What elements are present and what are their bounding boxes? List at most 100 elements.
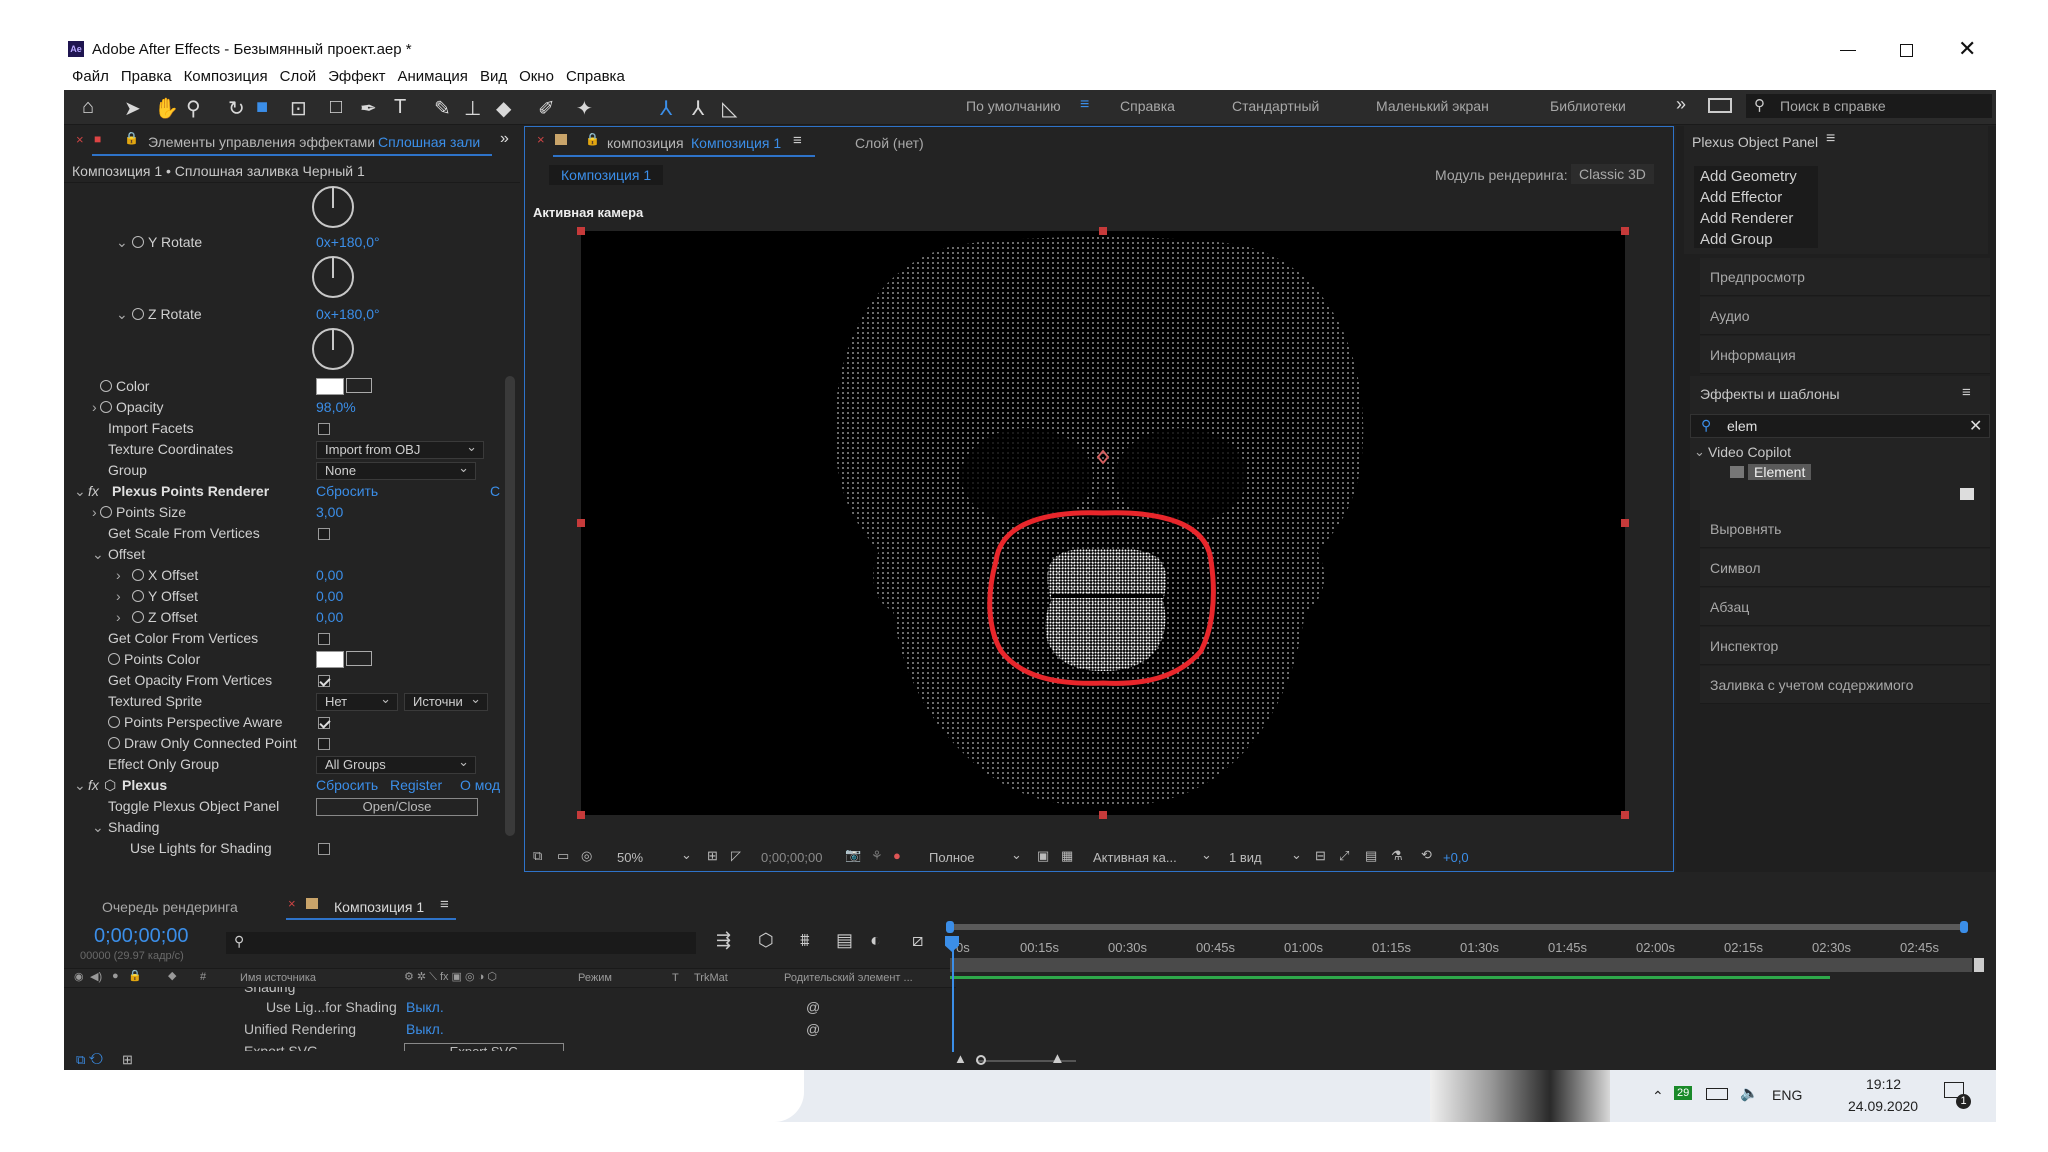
expand-icon[interactable]: ⌄ bbox=[116, 232, 128, 253]
stopwatch-icon[interactable] bbox=[100, 401, 112, 413]
expand-icon[interactable]: › bbox=[92, 502, 97, 523]
chevron-down-icon[interactable]: ⌄ bbox=[1011, 847, 1022, 863]
channel-icon[interactable]: ● bbox=[893, 848, 901, 863]
comp-mini-flowchart-icon[interactable]: ⇶ bbox=[716, 930, 731, 951]
monitor-icon[interactable]: ▭ bbox=[557, 848, 569, 864]
points-color-swatch[interactable] bbox=[316, 651, 344, 668]
z-rotate-dial[interactable] bbox=[312, 328, 354, 370]
workspace-small-screen[interactable]: Маленький экран bbox=[1376, 98, 1489, 114]
axis-view-icon[interactable]: ◺ bbox=[722, 96, 737, 121]
tl-row-export-svg[interactable]: Export SVG Export SVG bbox=[64, 1043, 956, 1051]
layer-duration-bar[interactable] bbox=[950, 958, 1972, 972]
workspace-default[interactable]: По умолчанию bbox=[966, 98, 1061, 114]
export-svg-button[interactable]: Export SVG bbox=[404, 1043, 564, 1051]
scale-from-vertices-checkbox[interactable] bbox=[318, 528, 330, 540]
timeline-timecode[interactable]: 0;00;00;00 bbox=[94, 925, 189, 948]
align-panel[interactable]: Выровнять bbox=[1700, 510, 1990, 548]
stamp-tool-icon[interactable]: ⊥ bbox=[464, 96, 481, 121]
perspective-aware-checkbox[interactable] bbox=[318, 717, 330, 729]
expand-icon[interactable]: ⌄ bbox=[116, 304, 128, 325]
clear-search-icon[interactable]: ✕ bbox=[1969, 416, 1982, 436]
timeline-comp-tab[interactable]: Композиция 1 bbox=[334, 899, 424, 915]
switches-col-icons[interactable]: ⚙ ✲ ⟍ fx ▣ ◎ ◑ ⬡ bbox=[404, 970, 497, 984]
selection-handle[interactable] bbox=[1099, 811, 1107, 819]
tray-badge[interactable]: 29 bbox=[1674, 1086, 1693, 1100]
selection-handle[interactable] bbox=[577, 519, 585, 527]
chevron-down-icon[interactable]: ⌄ bbox=[681, 847, 692, 863]
stopwatch-icon[interactable] bbox=[132, 590, 144, 602]
timeline-scroll-handle[interactable] bbox=[1974, 958, 1984, 972]
opacity-from-vertices-checkbox[interactable] bbox=[318, 675, 330, 687]
texture-coords-dropdown[interactable]: Import from OBJ bbox=[316, 439, 484, 459]
graph-editor-icon[interactable]: ⧄ bbox=[912, 930, 923, 951]
mode-col[interactable]: Режим bbox=[578, 972, 612, 984]
fx-icon[interactable]: fx bbox=[88, 775, 99, 796]
zoom-slider-thumb[interactable] bbox=[976, 1055, 986, 1065]
toggle-switches-icon[interactable]: ⧉ ⟲ bbox=[76, 1052, 103, 1068]
zoom-tool-icon[interactable]: ⚲ bbox=[186, 96, 201, 121]
stopwatch-icon[interactable] bbox=[108, 737, 120, 749]
plexus-about-link[interactable]: О мод bbox=[460, 775, 500, 796]
expression-icon[interactable]: @ bbox=[806, 999, 820, 1015]
eyedropper-icon[interactable] bbox=[346, 651, 372, 666]
workspace-standard[interactable]: Стандартный bbox=[1232, 98, 1319, 114]
render-queue-tab[interactable]: Очередь рендеринга bbox=[102, 899, 238, 915]
show-snapshot-icon[interactable]: ⚘ bbox=[871, 848, 883, 864]
plexus-reset-link[interactable]: Сбросить bbox=[316, 775, 378, 796]
lock-icon[interactable]: 🔒 bbox=[128, 969, 142, 982]
tl-row-use-lights[interactable]: Use Lig...for Shading Выкл. @ bbox=[64, 999, 956, 1021]
chevron-down-icon[interactable]: ⌄ bbox=[1291, 847, 1302, 863]
lock-icon[interactable]: 🔒 bbox=[585, 132, 600, 146]
pan-behind-icon[interactable]: ⊡ bbox=[290, 96, 307, 121]
shy-icon[interactable]: ⩩ bbox=[800, 930, 810, 951]
volume-icon[interactable]: 🔈 bbox=[1740, 1084, 1759, 1102]
timeline-search-input[interactable]: ⚲ bbox=[226, 932, 696, 954]
selection-handle[interactable] bbox=[1099, 227, 1107, 235]
lock-icon[interactable]: ■ bbox=[94, 132, 101, 146]
mask-icon[interactable]: ◎ bbox=[581, 848, 592, 864]
stopwatch-icon[interactable] bbox=[100, 506, 112, 518]
label-icon[interactable]: ◆ bbox=[168, 969, 176, 982]
draft-3d-icon[interactable]: ⬡ bbox=[758, 930, 774, 951]
menu-file[interactable]: Файл bbox=[72, 68, 109, 85]
selection-handle[interactable] bbox=[577, 227, 585, 235]
stopwatch-icon[interactable] bbox=[132, 569, 144, 581]
minimize-icon[interactable] bbox=[1840, 50, 1856, 51]
renderer-value[interactable]: Classic 3D bbox=[1571, 164, 1654, 184]
restore-icon[interactable] bbox=[1900, 44, 1913, 57]
current-time-indicator[interactable] bbox=[952, 940, 954, 1052]
toggle-pixel-icon[interactable]: ⊟ bbox=[1315, 848, 1326, 864]
new-item-icon[interactable] bbox=[1960, 488, 1974, 500]
pen-tool-icon[interactable]: ✒ bbox=[360, 96, 377, 121]
add-effector-button[interactable]: Add Effector bbox=[1694, 187, 1818, 208]
menu-layer[interactable]: Слой bbox=[280, 68, 316, 85]
hand-tool-icon[interactable]: ✋ bbox=[154, 96, 179, 121]
flowchart-icon[interactable]: ⚗ bbox=[1391, 848, 1403, 864]
zoom-dropdown[interactable]: 50% bbox=[617, 850, 643, 865]
axis-local-icon[interactable]: ⅄ bbox=[660, 96, 672, 121]
workspace-menu-icon[interactable]: ≡ bbox=[1080, 96, 1089, 114]
fx-icon[interactable]: fx bbox=[88, 481, 99, 502]
selection-handle[interactable] bbox=[1621, 519, 1629, 527]
grid-icon[interactable]: ⊞ bbox=[707, 848, 718, 864]
eye-icon[interactable]: ◉ bbox=[74, 970, 84, 983]
add-renderer-button[interactable]: Add Renderer bbox=[1694, 208, 1818, 229]
preview-panel[interactable]: Предпросмотр bbox=[1700, 258, 1990, 296]
rectangle-tool-icon[interactable]: □ bbox=[330, 96, 342, 119]
zoom-in-icon[interactable]: ▲ bbox=[1050, 1050, 1065, 1067]
camera-tool-icon[interactable]: ■ bbox=[256, 96, 268, 119]
stopwatch-icon[interactable] bbox=[132, 611, 144, 623]
effects-search-input[interactable]: ⚲ elem ✕ bbox=[1690, 414, 1990, 438]
lock2-icon[interactable]: 🔒 bbox=[124, 131, 139, 145]
work-area-bar[interactable] bbox=[950, 924, 1966, 930]
solo-icon[interactable]: ● bbox=[112, 970, 119, 982]
z-rotate-value[interactable]: 0x+180,0° bbox=[316, 304, 380, 325]
eyedropper-icon[interactable] bbox=[346, 378, 372, 393]
work-area-start-handle[interactable] bbox=[946, 921, 954, 933]
stopwatch-icon[interactable] bbox=[132, 236, 144, 248]
collapse-icon[interactable]: ⌄ bbox=[74, 775, 86, 796]
workspace-libraries[interactable]: Библиотеки bbox=[1550, 98, 1626, 114]
t-col[interactable]: T bbox=[672, 972, 679, 984]
effect-scrollbar[interactable] bbox=[505, 376, 515, 836]
panel-expand-icon[interactable]: » bbox=[500, 130, 509, 148]
